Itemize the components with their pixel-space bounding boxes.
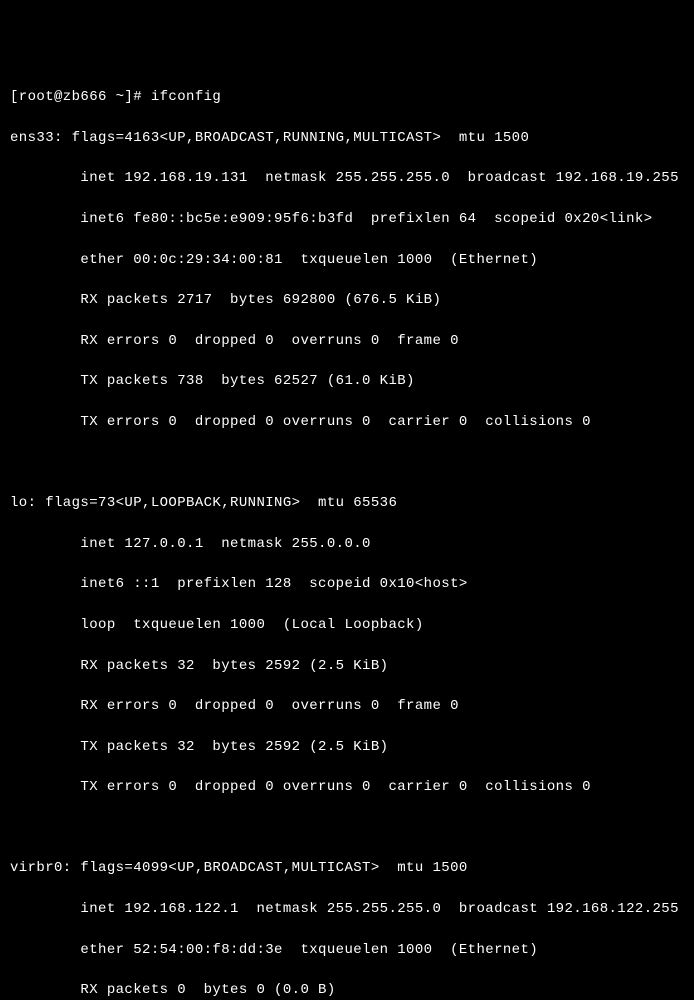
iface-lo-rx-packets: RX packets 32 bytes 2592 (2.5 KiB): [10, 656, 684, 676]
blank-line: [10, 453, 684, 473]
iface-ens33-inet6: inet6 fe80::bc5e:e909:95f6:b3fd prefixle…: [10, 209, 684, 229]
iface-ens33-rx-errors: RX errors 0 dropped 0 overruns 0 frame 0: [10, 331, 684, 351]
iface-lo-header: lo: flags=73<UP,LOOPBACK,RUNNING> mtu 65…: [10, 493, 684, 513]
iface-ens33-tx-packets: TX packets 738 bytes 62527 (61.0 KiB): [10, 371, 684, 391]
iface-lo-tx-packets: TX packets 32 bytes 2592 (2.5 KiB): [10, 737, 684, 757]
iface-lo-loop: loop txqueuelen 1000 (Local Loopback): [10, 615, 684, 635]
iface-ens33-inet: inet 192.168.19.131 netmask 255.255.255.…: [10, 168, 684, 188]
iface-ens33-tx-errors: TX errors 0 dropped 0 overruns 0 carrier…: [10, 412, 684, 432]
iface-lo-inet6: inet6 ::1 prefixlen 128 scopeid 0x10<hos…: [10, 574, 684, 594]
iface-lo-rx-errors: RX errors 0 dropped 0 overruns 0 frame 0: [10, 696, 684, 716]
iface-ens33-rx-packets: RX packets 2717 bytes 692800 (676.5 KiB): [10, 290, 684, 310]
blank-line: [10, 818, 684, 838]
iface-ens33-ether: ether 00:0c:29:34:00:81 txqueuelen 1000 …: [10, 250, 684, 270]
iface-virbr0-inet: inet 192.168.122.1 netmask 255.255.255.0…: [10, 899, 684, 919]
iface-virbr0-rx-packets: RX packets 0 bytes 0 (0.0 B): [10, 980, 684, 1000]
iface-ens33-header: ens33: flags=4163<UP,BROADCAST,RUNNING,M…: [10, 128, 684, 148]
iface-virbr0-ether: ether 52:54:00:f8:dd:3e txqueuelen 1000 …: [10, 940, 684, 960]
iface-virbr0-header: virbr0: flags=4099<UP,BROADCAST,MULTICAS…: [10, 858, 684, 878]
iface-lo-inet: inet 127.0.0.1 netmask 255.0.0.0: [10, 534, 684, 554]
shell-prompt[interactable]: [root@zb666 ~]# ifconfig: [10, 87, 684, 107]
iface-lo-tx-errors: TX errors 0 dropped 0 overruns 0 carrier…: [10, 777, 684, 797]
